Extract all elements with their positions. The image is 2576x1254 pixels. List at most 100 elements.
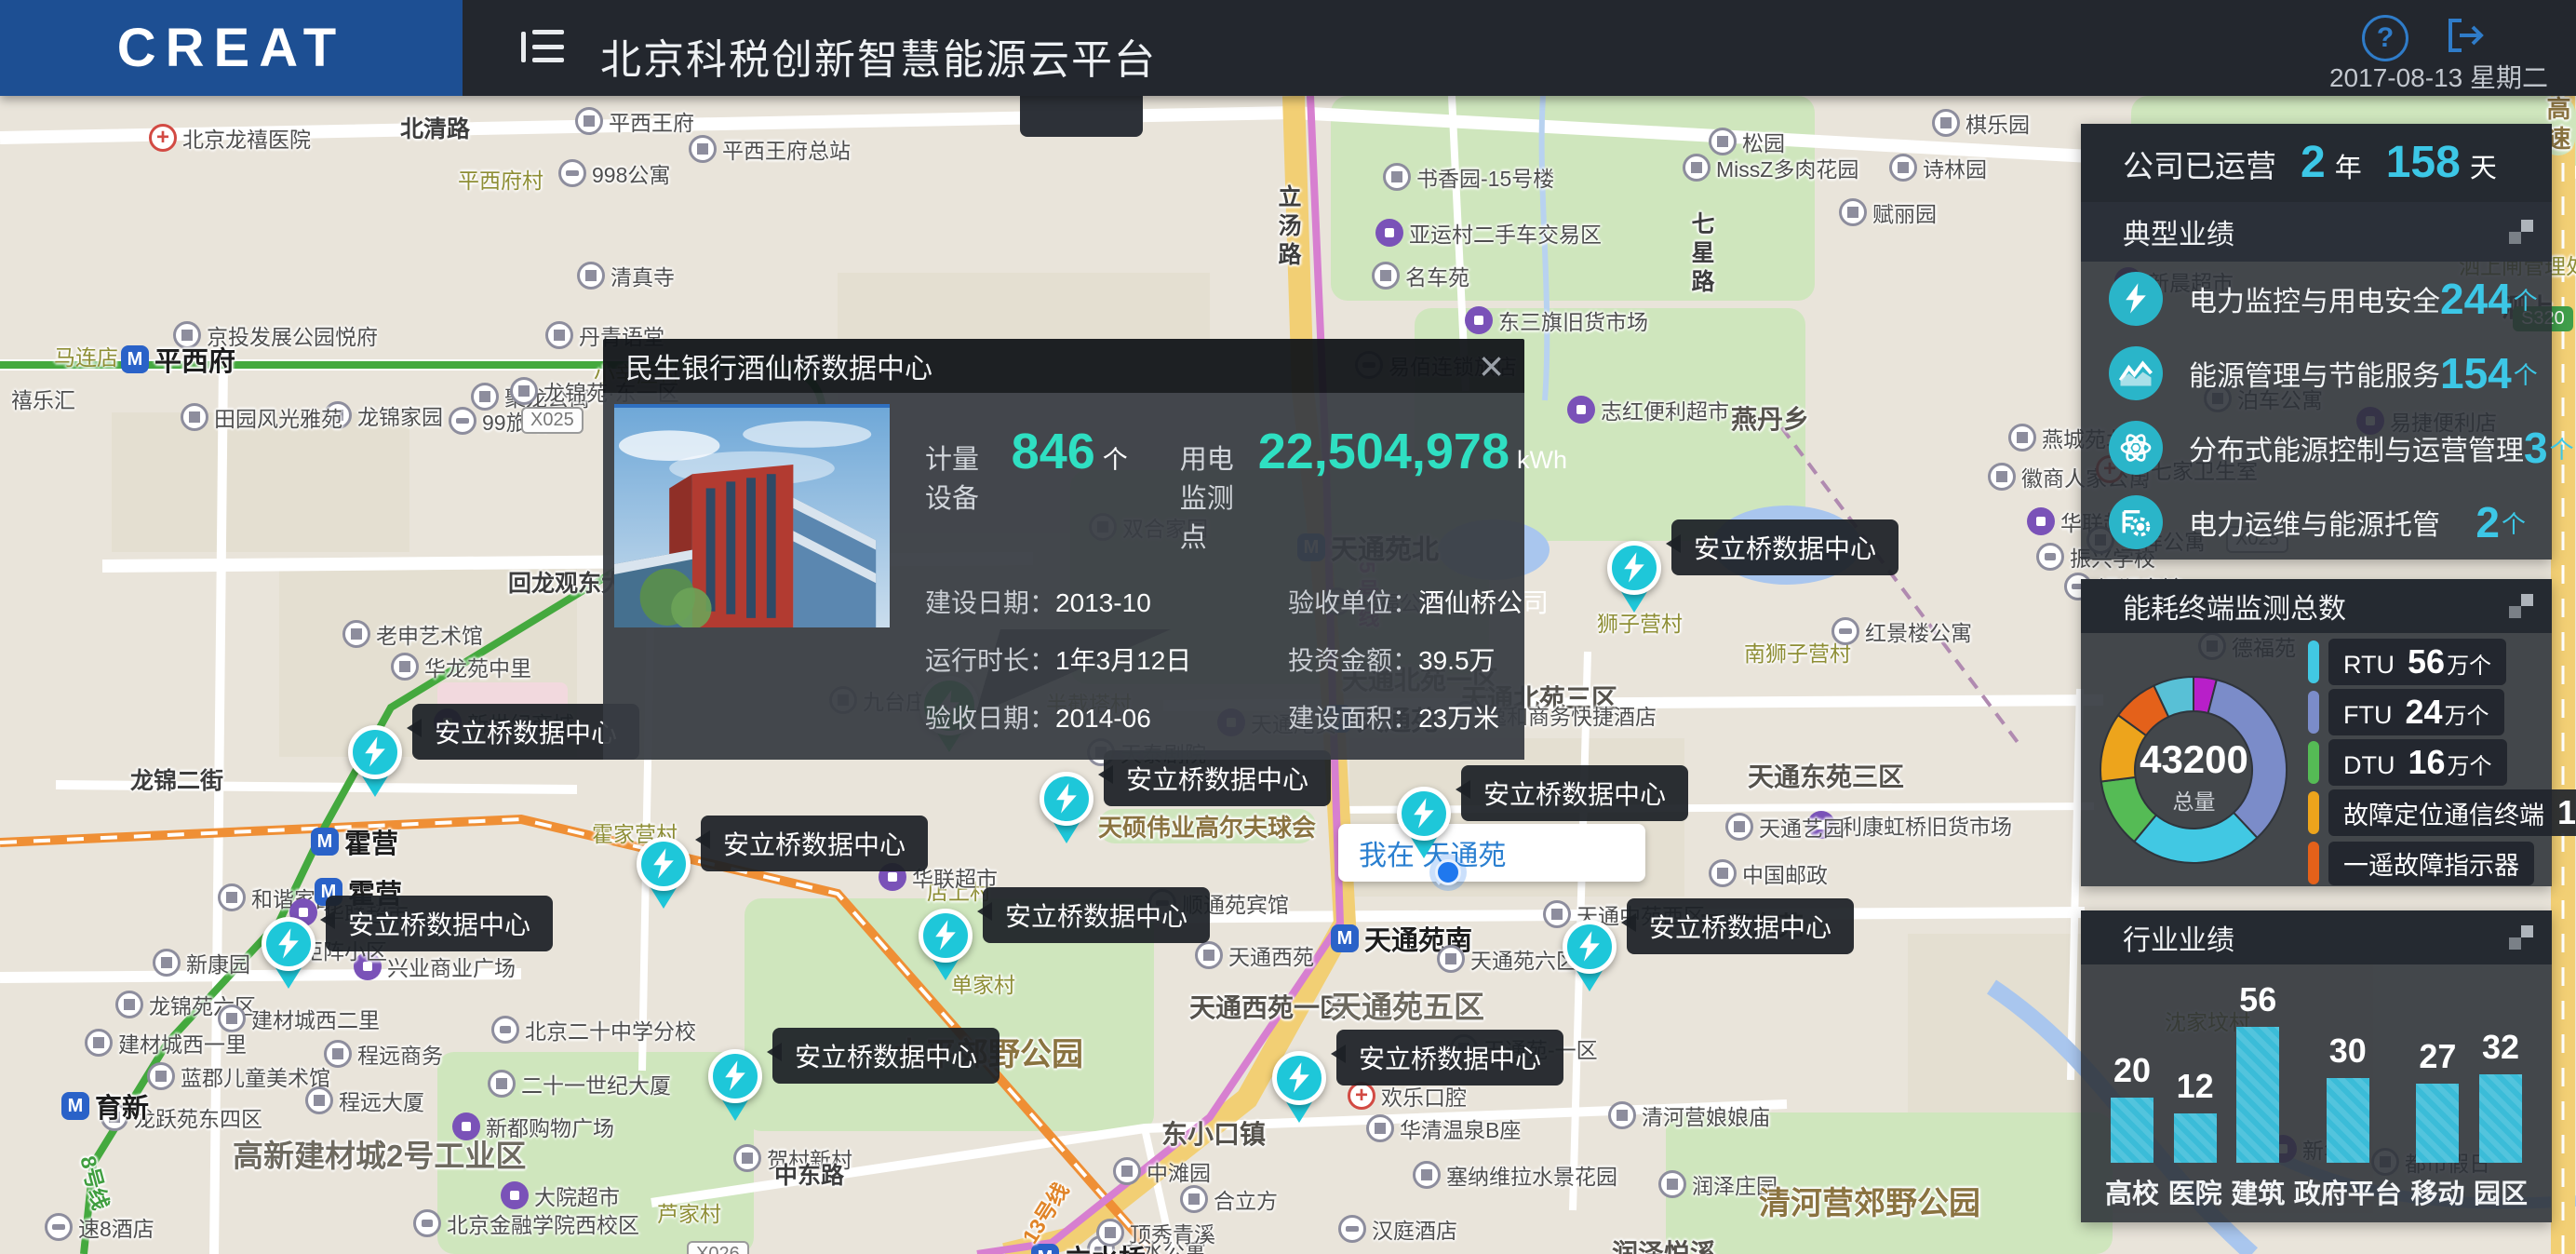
legend-color-bar: [2308, 640, 2319, 683]
popup-detail: 建设面积：23万米: [1288, 704, 1500, 733]
bar-column: 56 建筑: [2231, 980, 2285, 1222]
terminal-panel-body: 43200 总量 RTU56万个FTU24万个DTU16万个故障定位通信终端10…: [2081, 633, 2576, 886]
popup-stat-row: 计量设备 846 个 用电监测点 22,504,978 kWh: [925, 423, 1567, 555]
bar-value: 56: [2239, 980, 2277, 1019]
donut-legend: RTU56万个FTU24万个DTU16万个故障定位通信终端10万个一遥故障指示器: [2308, 639, 2576, 892]
bar-value: 12: [2176, 1066, 2214, 1105]
legend-pill: DTU 16 万个: [2328, 739, 2507, 786]
logout-icon[interactable]: [2443, 15, 2488, 56]
achievement-count-unit: 个: [2549, 435, 2574, 464]
atom-icon: [2109, 421, 2163, 475]
ops-icon: [2109, 495, 2163, 549]
help-icon[interactable]: ?: [2362, 15, 2408, 61]
datacenter-popup: 民生银行酒仙桥数据中心 × 计量设备 846 个 用电监测点 22,504,97…: [603, 339, 1567, 760]
donut-chart: 43200 总量: [2094, 670, 2294, 870]
legend-color-bar: [2308, 791, 2319, 834]
legend-row: FTU 24 万个: [2308, 689, 2576, 735]
achievements-list: 电力监控与用电安全 244 个能源管理与节能服务 154 个分布式能源控制与运营管理 3 个…: [2081, 262, 2574, 560]
bar-value: 32: [2481, 1027, 2519, 1066]
bar-column: 32 园区: [2474, 1028, 2528, 1222]
achievement-count-unit: 个: [2513, 360, 2538, 389]
popup-title: 民生银行酒仙桥数据中心: [625, 354, 932, 384]
popup-stats: 计量设备 846 个 用电监测点 22,504,978 kWh 建设日期：2013-10 验…: [890, 404, 1567, 735]
stat-label: 计量设备: [925, 445, 980, 514]
popup-detail: 验收单位：酒仙桥公司: [1288, 588, 1550, 617]
operating-years: 2: [2301, 138, 2326, 187]
industry-bar-chart: 20 高校 12 医院 56 建筑 30 政府平台 27 移动 32 园区: [2081, 964, 2552, 1222]
popup-detail: 建设日期：2013-10: [925, 588, 1151, 617]
bar-category-label: 园区: [2473, 1180, 2528, 1209]
wave-icon: [2109, 346, 2163, 400]
legend-pill: FTU 24 万个: [2328, 689, 2504, 735]
bar-category-label: 政府平台: [2293, 1180, 2402, 1209]
menu-icon[interactable]: [521, 30, 564, 65]
operating-days-unit: 天: [2469, 154, 2497, 183]
achievement-row[interactable]: 分布式能源控制与运营管理 3 个: [2081, 411, 2574, 485]
industry-panel-title: 行业业绩: [2123, 925, 2234, 956]
legend-color-bar: [2308, 741, 2319, 784]
bolt-icon: [2109, 272, 2163, 326]
achievement-row[interactable]: 电力监控与用电安全 244 个: [2081, 262, 2552, 336]
company-operating-label: 公司已运营: [2123, 149, 2276, 183]
bar-category-label: 医院: [2167, 1180, 2222, 1209]
bar-category-label: 高校: [2105, 1180, 2160, 1209]
legend-row: DTU 16 万个: [2308, 739, 2576, 786]
donut-segment: [2207, 678, 2288, 840]
terminal-panel-title: 能耗终端监测总数: [2123, 594, 2346, 625]
bar: [2173, 1112, 2217, 1163]
legend-row: 一遥故障指示器: [2308, 841, 2576, 885]
expand-icon[interactable]: [2509, 594, 2533, 618]
legend-pill: 一遥故障指示器: [2328, 841, 2534, 885]
popup-details: 建设日期：2013-10 验收单位：酒仙桥公司运行时长：1年3月12日 投资金额：3…: [925, 583, 1567, 735]
bar-value: 27: [2419, 1037, 2457, 1076]
company-panel: 公司已运营 2 年 158 天 典型业绩 电力监控与用电安全 244 个能源管理与节…: [2081, 124, 2574, 560]
achievement-row[interactable]: 电力运维与能源托管 2 个: [2081, 485, 2552, 560]
logo-text: CREAT: [116, 18, 346, 78]
achievement-row[interactable]: 能源管理与节能服务 154 个: [2081, 336, 2552, 411]
bar-column: 20 高校: [2105, 1051, 2159, 1222]
expand-icon[interactable]: [2509, 925, 2533, 950]
popup-detail: 运行时长：1年3月12日: [925, 646, 1192, 675]
bar: [2111, 1098, 2153, 1163]
achievements-header: 典型业绩: [2081, 202, 2552, 262]
popup-detail: 投资金额：39.5万: [1288, 646, 1496, 675]
page-title: 北京科税创新智慧能源云平台: [600, 37, 1157, 83]
date-display: 2017-08-13 星期二: [2328, 63, 2548, 92]
terminal-panel-header: 能耗终端监测总数: [2081, 579, 2552, 633]
bar-column: 27 移动: [2410, 1037, 2464, 1222]
achievement-count-unit: 个: [2501, 509, 2526, 538]
operating-days: 158: [2385, 138, 2461, 187]
expand-icon[interactable]: [2509, 220, 2533, 244]
legend-pill: 故障定位通信终端10万个: [2328, 789, 2576, 836]
app-window: +北京龙禧医院北清路平西王府平西王府总站平西府村998公寓清真寺丹青语堂小辛庄村…: [0, 0, 2576, 1254]
stat-unit: kWh: [1517, 446, 1567, 474]
stat-unit: 个: [1102, 446, 1128, 474]
building-photo: [614, 404, 890, 627]
achievement-label: 电力监控与用电安全: [2189, 287, 2440, 317]
top-header: CREAT 北京科税创新智慧能源云平台 ? 2017-08-13 星期二: [0, 0, 2576, 96]
popup-header: 民生银行酒仙桥数据中心 ×: [603, 339, 1524, 393]
achievement-count: 244: [2440, 275, 2512, 323]
bar-column: 30 政府平台: [2294, 1032, 2402, 1222]
legend-color-bar: [2308, 842, 2319, 884]
bar: [2478, 1073, 2522, 1163]
operating-years-unit: 年: [2334, 154, 2362, 183]
close-icon[interactable]: ×: [1479, 344, 1504, 387]
legend-row: RTU 56 万个: [2308, 639, 2576, 685]
achievement-label: 电力运维与能源托管: [2189, 510, 2440, 541]
legend-color-bar: [2308, 691, 2319, 734]
company-operating-header: 公司已运营 2 年 158 天: [2081, 124, 2552, 202]
popup-stat: 用电监测点 22,504,978 kWh: [1180, 423, 1567, 555]
popup-stat: 计量设备 846 个: [925, 423, 1128, 516]
achievement-label: 能源管理与节能服务: [2189, 361, 2440, 392]
bar-column: 12 医院: [2168, 1067, 2222, 1222]
legend-pill: RTU 56 万个: [2328, 639, 2507, 685]
achievements-title: 典型业绩: [2123, 220, 2234, 250]
bar-value: 20: [2113, 1051, 2152, 1089]
bar: [2326, 1078, 2369, 1163]
popup-body: 计量设备 846 个 用电监测点 22,504,978 kWh 建设日期：2013-10 验…: [603, 393, 1567, 760]
stat-value: 22,504,978: [1257, 424, 1509, 479]
stat-label: 用电监测点: [1179, 445, 1234, 553]
industry-panel: 行业业绩 20 高校 12 医院 56 建筑 30 政府平台 27 移动 32 园区: [2081, 910, 2552, 1222]
bar: [2236, 1027, 2280, 1163]
